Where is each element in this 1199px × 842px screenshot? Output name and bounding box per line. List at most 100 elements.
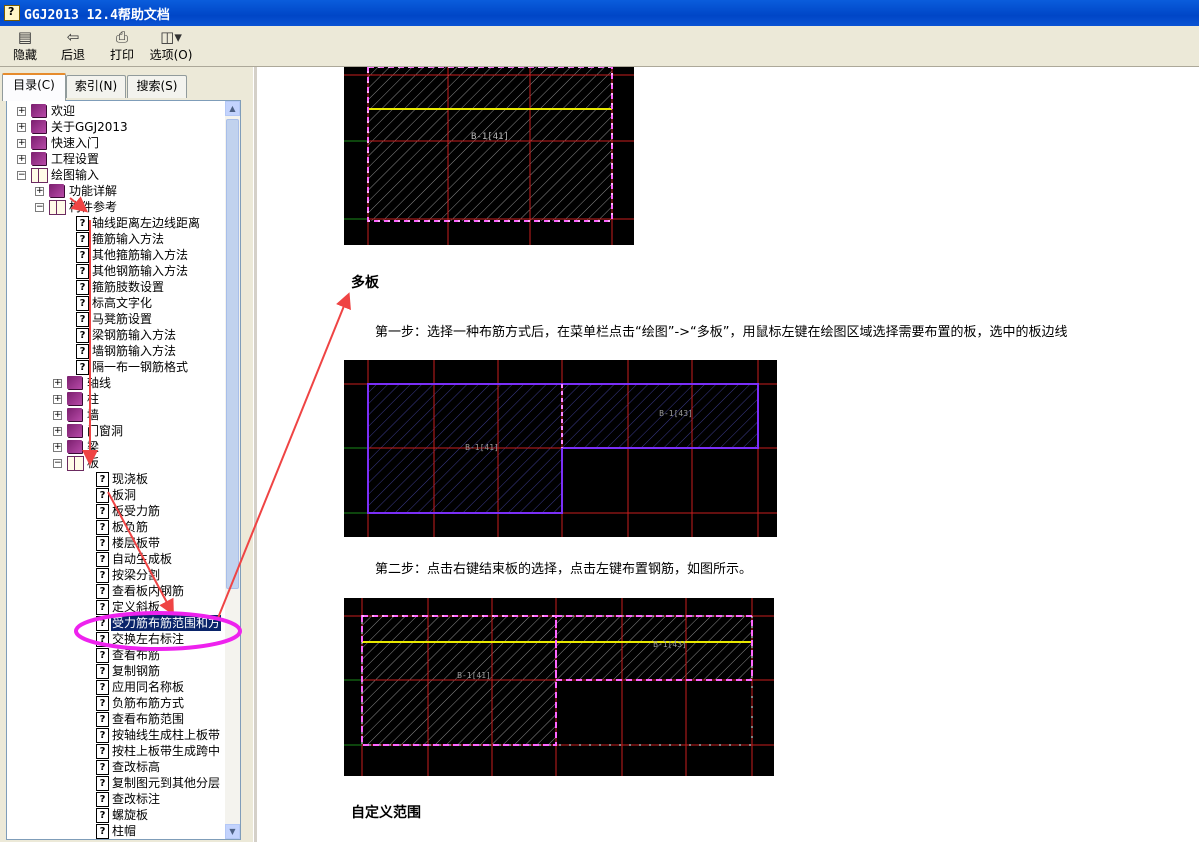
tree-item-label: 现浇板 (112, 472, 149, 486)
tree-item[interactable]: − 板 (7, 455, 225, 471)
expand-toggle-icon[interactable]: + (17, 155, 26, 164)
expand-toggle-icon[interactable]: + (17, 139, 26, 148)
closed-book-icon (31, 104, 46, 117)
closed-book-icon (67, 392, 82, 405)
expand-toggle-icon[interactable]: + (53, 395, 62, 404)
hide-pane-icon: ▤ (17, 28, 33, 46)
step-one-text: 第一步：选择一种布筋方式后，在菜单栏点击“绘图”->“多板”，用鼠标左键在绘图区… (375, 325, 1068, 340)
expand-toggle-icon[interactable]: + (17, 123, 26, 132)
tab-index[interactable]: 索引(N) (66, 75, 126, 98)
tree-item[interactable]: + 墙 (7, 407, 225, 423)
tree-item[interactable]: ? 查改标高 (7, 759, 225, 775)
closed-book-icon (67, 424, 82, 437)
help-page-icon: ? (96, 488, 109, 503)
tree-item[interactable]: ? 负筋布筋方式 (7, 695, 225, 711)
tree-item[interactable]: ? 螺旋板 (7, 807, 225, 823)
expand-toggle-icon[interactable]: + (53, 379, 62, 388)
tree-item-label: 定义斜板 (112, 600, 161, 614)
tree-item[interactable]: ? 马凳筋设置 (7, 311, 225, 327)
fig2-slab-right-label: B-1[43] (659, 409, 693, 418)
tree-item[interactable]: ? 按轴线生成柱上板带 (7, 727, 225, 743)
print-button[interactable]: ⎙ 打印 (99, 28, 145, 64)
window-title: GGJ2013 12.4帮助文档 (24, 7, 170, 23)
tree-item-label: 工程设置 (51, 152, 100, 166)
tree-item[interactable]: + 关于GGJ2013 (7, 119, 225, 135)
tree-item[interactable]: ? 自动生成板 (7, 551, 225, 567)
tree-item-label: 轴线距离左边线距离 (92, 216, 201, 230)
scroll-thumb[interactable] (226, 119, 239, 589)
scroll-down-button[interactable]: ▼ (225, 824, 240, 839)
expand-toggle-icon[interactable]: + (17, 107, 26, 116)
tree-item[interactable]: + 快速入门 (7, 135, 225, 151)
tree-item[interactable]: ? 箍筋输入方法 (7, 231, 225, 247)
tree-item[interactable]: ? 柱帽 (7, 823, 225, 839)
tree-item[interactable]: ? 板负筋 (7, 519, 225, 535)
collapse-toggle-icon[interactable]: − (35, 203, 44, 212)
tree-item[interactable]: ? 交换左右标注 (7, 631, 225, 647)
tree-item[interactable]: ? 板受力筋 (7, 503, 225, 519)
tree-item[interactable]: + 工程设置 (7, 151, 225, 167)
open-book-icon (67, 456, 84, 471)
tree-item[interactable]: + 梁 (7, 439, 225, 455)
collapse-toggle-icon[interactable]: − (53, 459, 62, 468)
tree-item[interactable]: ? 查改标注 (7, 791, 225, 807)
tree-item[interactable]: ? 应用同名称板 (7, 679, 225, 695)
tree-item[interactable]: ? 箍筋肢数设置 (7, 279, 225, 295)
help-page-icon: ? (76, 296, 89, 311)
help-page-icon: ? (96, 760, 109, 775)
tree-item[interactable]: ? 查看板内钢筋 (7, 583, 225, 599)
tree-item-label: 板受力筋 (112, 504, 161, 518)
section-title-multi-slab: 多板 (351, 275, 379, 291)
tree-item-label: 应用同名称板 (112, 680, 185, 694)
tree-item[interactable]: ? 其他钢筋输入方法 (7, 263, 225, 279)
tree-item[interactable]: − 绘图输入 (7, 167, 225, 183)
tree-item[interactable]: ? 按梁分割 (7, 567, 225, 583)
tree-item[interactable]: ? 定义斜板 (7, 599, 225, 615)
tree-item[interactable]: ? 查看布筋范围 (7, 711, 225, 727)
back-button[interactable]: ⇦ 后退 (50, 28, 96, 64)
tree-item-label: 其他箍筋输入方法 (92, 248, 189, 262)
tree-item[interactable]: ? 墙钢筋输入方法 (7, 343, 225, 359)
expand-toggle-icon[interactable]: + (53, 443, 62, 452)
tree-item[interactable]: ? 其他箍筋输入方法 (7, 247, 225, 263)
tree-item[interactable]: + 功能详解 (7, 183, 225, 199)
tree-item[interactable]: ? 复制图元到其他分层 (7, 775, 225, 791)
help-page-icon: ? (96, 632, 109, 647)
tab-contents[interactable]: 目录(C) (2, 73, 66, 101)
tree-scrollbar[interactable]: ▲ ▼ (225, 101, 240, 839)
step-two-text: 第二步：点击右键结束板的选择，点击左键布置钢筋，如图所示。 (375, 562, 753, 577)
options-button-label: 选项(O) (149, 48, 193, 62)
tree-item[interactable]: − 构件参考 (7, 199, 225, 215)
tree-item[interactable]: ? 板洞 (7, 487, 225, 503)
tree-item[interactable]: ? 梁钢筋输入方法 (7, 327, 225, 343)
help-page-icon: ? (96, 792, 109, 807)
collapse-toggle-icon[interactable]: − (17, 171, 26, 180)
tree-item[interactable]: + 欢迎 (7, 103, 225, 119)
help-page-icon: ? (96, 520, 109, 535)
tree-item-label: 构件参考 (69, 200, 118, 214)
expand-toggle-icon[interactable]: + (35, 187, 44, 196)
options-icon: ◫▾ (160, 28, 182, 46)
tree-item[interactable]: ? 隔一布一钢筋格式 (7, 359, 225, 375)
tree-item[interactable]: ? 查看布筋 (7, 647, 225, 663)
expand-toggle-icon[interactable]: + (53, 411, 62, 420)
tree-item[interactable]: ? 楼层板带 (7, 535, 225, 551)
open-book-icon (49, 200, 66, 215)
tree-item[interactable]: + 门窗洞 (7, 423, 225, 439)
tree-item[interactable]: ? 标高文字化 (7, 295, 225, 311)
scroll-up-button[interactable]: ▲ (225, 101, 240, 116)
tree-item[interactable]: ? 复制钢筋 (7, 663, 225, 679)
expand-toggle-icon[interactable]: + (53, 427, 62, 436)
hide-button[interactable]: ▤ 隐藏 (2, 28, 48, 64)
options-button[interactable]: ◫▾ 选项(O) (146, 28, 196, 64)
closed-book-icon (67, 440, 82, 453)
tab-search[interactable]: 搜索(S) (127, 75, 187, 98)
tree-item[interactable]: ? 轴线距离左边线距离 (7, 215, 225, 231)
fig3-slab-right-label: B-1[43] (653, 640, 687, 649)
contents-tree[interactable]: + 欢迎 + 关于GGJ2013 + 快速入门 + 工程设置 − 绘图输入 + 功能详解 − 构件参考? 轴… (6, 100, 241, 840)
tree-item[interactable]: + 柱 (7, 391, 225, 407)
tree-item[interactable]: ? 现浇板 (7, 471, 225, 487)
tree-item[interactable]: ? 受力筋布筋范围和方 (7, 615, 225, 631)
tree-item[interactable]: ? 按柱上板带生成跨中 (7, 743, 225, 759)
tree-item[interactable]: + 轴线 (7, 375, 225, 391)
